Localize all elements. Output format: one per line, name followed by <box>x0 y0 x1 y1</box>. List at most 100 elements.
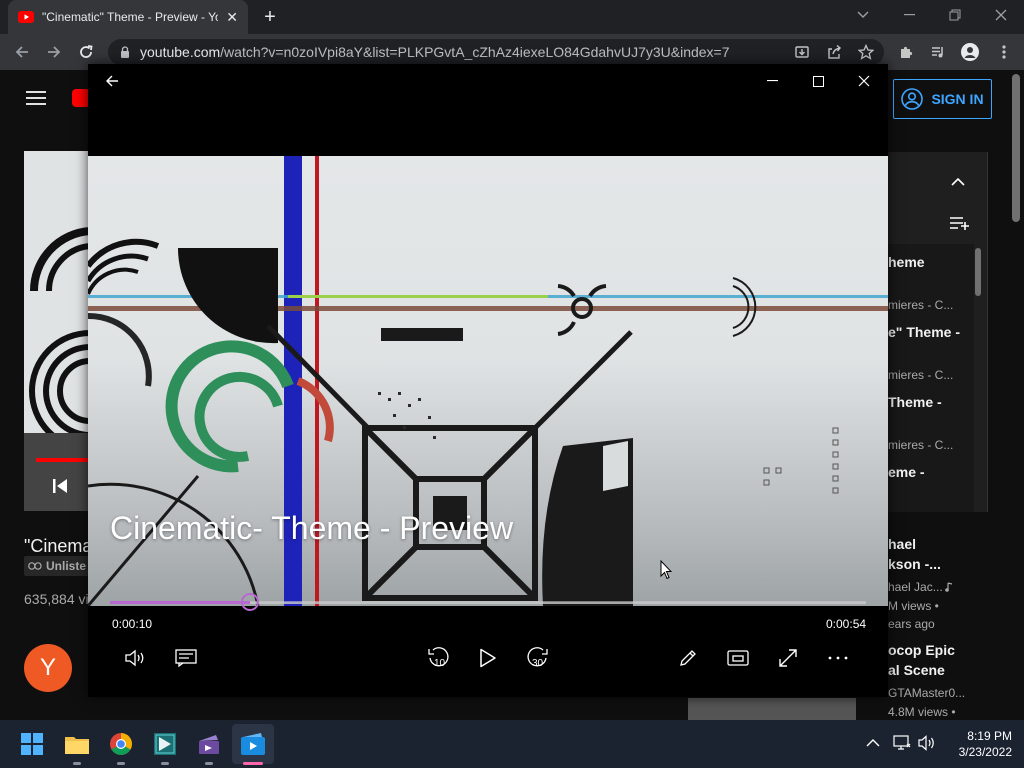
page-scrollbar[interactable] <box>1012 74 1020 222</box>
picture-in-picture-icon <box>727 650 749 666</box>
link-icon <box>28 562 42 570</box>
windows-taskbar: 8:19 PM 3/23/2022 <box>0 720 1024 768</box>
recommended-channel: hael Jac... <box>888 580 943 594</box>
chrome-menu-icon[interactable] <box>992 40 1016 64</box>
reload-icon[interactable] <box>74 40 98 64</box>
volume-button[interactable] <box>118 640 154 676</box>
clock-time[interactable]: 8:19 PM <box>942 729 1012 743</box>
start-windows-icon[interactable] <box>16 728 48 760</box>
chrome-app-icon[interactable] <box>105 728 137 760</box>
taskbar-indicator <box>161 762 169 765</box>
player-close-icon[interactable] <box>844 68 884 94</box>
recommended-title-line2[interactable]: kson -... <box>888 556 941 572</box>
hamburger-menu-icon[interactable] <box>26 90 46 106</box>
forward-30-icon: 30 <box>527 647 548 669</box>
video-title-partial: "Cinema <box>24 536 93 556</box>
new-tab-button[interactable]: + <box>258 6 282 28</box>
clock-date[interactable]: 3/23/2022 <box>942 745 1012 759</box>
tab-search-icon[interactable] <box>840 0 886 30</box>
taskbar-indicator <box>117 762 125 765</box>
back-icon[interactable] <box>10 40 34 64</box>
share-icon[interactable] <box>822 40 846 64</box>
recommended-views: M views • <box>888 599 939 613</box>
restore-icon[interactable] <box>932 0 978 30</box>
recommended-age: ears ago <box>888 617 935 631</box>
play-icon <box>480 648 496 668</box>
player-back-icon[interactable] <box>92 68 132 94</box>
sign-in-button[interactable]: SIGN IN <box>893 79 992 119</box>
save-playlist-icon[interactable] <box>950 216 970 230</box>
seek-bar-thumb[interactable] <box>240 593 259 611</box>
more-dots-icon <box>828 656 848 660</box>
skip-back-button[interactable]: 10 <box>420 640 456 676</box>
extensions-puzzle-icon[interactable] <box>894 40 918 64</box>
playlist-item-title[interactable]: Theme - <box>888 394 942 410</box>
playlist-collapse-icon[interactable] <box>951 178 965 186</box>
recommended-title-line1[interactable]: ocop Epic <box>888 642 955 658</box>
playlist-panel: heme mieres - C... e" Theme - mieres - C… <box>888 152 988 512</box>
tab-close-icon[interactable]: ✕ <box>226 9 238 26</box>
svg-text:10: 10 <box>434 658 446 669</box>
clapperboard-app-icon[interactable] <box>193 728 225 760</box>
mini-view-button[interactable] <box>720 640 756 676</box>
recommended-views: 4.8M views • <box>888 705 956 719</box>
fullscreen-button[interactable] <box>770 640 806 676</box>
active-app-indicator <box>243 762 263 765</box>
playlist-item-title[interactable]: e" Theme - <box>888 324 960 340</box>
player-minimize-icon[interactable] <box>752 68 792 94</box>
unlisted-badge: Unliste <box>24 556 90 576</box>
view-count: 635,884 vi <box>24 591 89 607</box>
recommended-title-line2[interactable]: al Scene <box>888 662 945 678</box>
channel-avatar[interactable]: Y <box>24 644 72 692</box>
rewind-10-icon: 10 <box>428 647 449 669</box>
music-note-icon <box>944 582 954 592</box>
pencil-icon <box>680 650 696 666</box>
forward-icon[interactable] <box>42 40 66 64</box>
video-overlay-title: Cinematic- Theme - Preview <box>110 510 514 546</box>
edit-button[interactable] <box>670 640 706 676</box>
close-window-icon[interactable] <box>978 0 1024 30</box>
mouse-cursor-icon <box>660 560 672 580</box>
video-editor-app-icon[interactable] <box>149 728 181 760</box>
playlist-item-title[interactable]: eme - <box>888 464 925 480</box>
subtitles-button[interactable] <box>168 640 204 676</box>
show-hidden-icons-chevron-icon[interactable] <box>866 738 880 747</box>
address-bar[interactable]: youtube.com/watch?v=n0zoIVpi8aY&list=PLK… <box>108 39 884 65</box>
install-app-icon[interactable] <box>790 40 814 64</box>
media-control-icon[interactable] <box>926 40 950 64</box>
file-explorer-icon[interactable] <box>61 728 93 760</box>
lock-icon[interactable] <box>120 46 130 58</box>
volume-tray-icon[interactable] <box>918 735 936 751</box>
network-icon[interactable] <box>893 735 911 751</box>
account-circle-icon <box>901 88 924 110</box>
minimize-icon[interactable] <box>886 0 932 30</box>
fullscreen-icon <box>779 649 797 667</box>
playlist-item-channel: mieres - C... <box>888 298 954 312</box>
skip-forward-button[interactable]: 30 <box>520 640 556 676</box>
media-player-app-icon[interactable] <box>237 728 269 760</box>
media-player-window: Cinematic- Theme - Preview 0:00:10 0:00:… <box>88 64 888 697</box>
url-text: youtube.com/watch?v=n0zoIVpi8aY&list=PLK… <box>140 44 730 60</box>
playlist-scrollbar[interactable] <box>975 248 981 296</box>
profile-avatar-icon[interactable] <box>958 40 982 64</box>
previous-video-icon[interactable] <box>52 478 68 494</box>
taskbar-indicator <box>205 762 213 765</box>
youtube-favicon-icon <box>18 11 34 23</box>
play-button[interactable] <box>470 640 506 676</box>
taskbar-indicator <box>73 762 81 765</box>
recommended-channel: GTAMaster0... <box>888 686 966 700</box>
playlist-item-channel: mieres - C... <box>888 438 954 452</box>
duration-time: 0:00:54 <box>826 617 867 631</box>
current-time: 0:00:10 <box>112 617 153 631</box>
browser-tab[interactable]: "Cinematic" Theme - Preview - Yo ✕ <box>8 0 248 34</box>
main-video-thumbnail[interactable] <box>24 151 90 511</box>
player-maximize-icon[interactable] <box>798 68 838 94</box>
seek-bar-progress <box>110 601 250 604</box>
tab-title: "Cinematic" Theme - Preview - Yo <box>42 10 219 24</box>
recommended-thumbnail[interactable] <box>688 698 856 720</box>
more-options-button[interactable] <box>820 640 856 676</box>
playlist-item-title[interactable]: heme <box>888 254 925 270</box>
bookmark-star-icon[interactable] <box>854 40 878 64</box>
playlist-items: heme mieres - C... e" Theme - mieres - C… <box>888 244 974 512</box>
recommended-title-line1[interactable]: hael <box>888 536 916 552</box>
